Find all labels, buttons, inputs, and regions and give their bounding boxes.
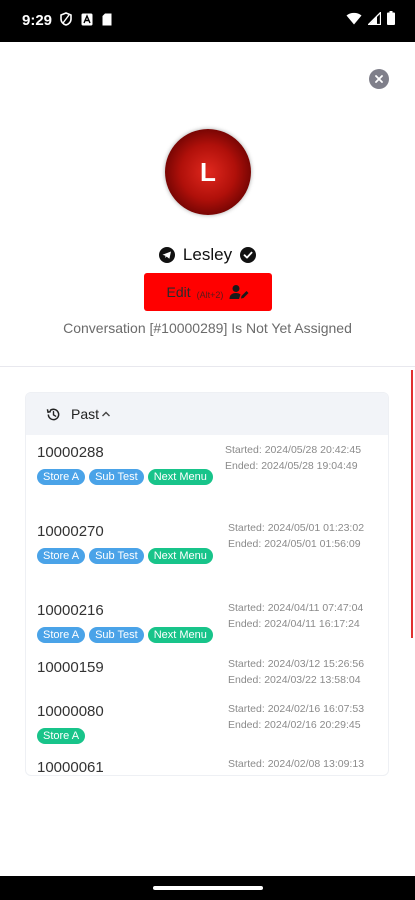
conversation-tags: Store A Sub Test Next Menu [37,548,222,564]
avatar-initial: L [200,156,216,187]
status-right-icons [346,11,395,25]
tag-store-a: Store A [37,469,86,485]
conversation-row[interactable]: 10000288 Started: 2024/05/28 20:42:45 En… [26,435,388,514]
conversation-id: 10000270 [37,523,104,540]
navigation-bar [0,876,415,900]
contact-name: Lesley [182,245,233,264]
started-time: Started: 2024/05/28 20:42:45 [225,444,362,456]
verified-check-icon [240,247,257,263]
conversation-row[interactable]: 10000216 Started: 2024/04/11 07:47:04 En… [26,593,388,649]
ended-time: Ended: 2024/03/22 13:58:04 [228,674,361,686]
status-time: 9:29 [22,12,53,29]
conversation-tags: Store A [37,728,237,744]
contact-name-row: Lesley [0,245,415,265]
started-time: Started: 2024/03/12 15:26:56 [228,658,365,670]
tag-next-menu: Next Menu [147,548,213,564]
started-time: Started: 2024/02/16 16:07:53 [228,703,365,715]
cellular-signal-icon [368,11,381,25]
tag-store-a: Store A [37,548,86,564]
tag-sub-test: Sub Test [89,548,144,564]
started-time: Started: 2024/05/01 01:23:02 [228,522,365,534]
conversation-times: Started: 2024/02/16 16:07:53 Ended: 2024… [228,701,388,733]
conversation-row[interactable]: 10000080 Started: 2024/02/16 16:07:53 En… [26,694,388,750]
tag-store-a: Store A [37,728,86,744]
conversation-times: Started: 2024/05/28 20:42:45 Ended: 2024… [225,442,385,474]
conversation-assignment-status: Conversation [#10000289] Is Not Yet Assi… [63,320,352,336]
conversation-id: 10000159 [37,659,104,676]
scroll-indicator[interactable] [411,370,413,638]
conversation-id: 10000080 [37,703,104,720]
tag-store-a: Store A [37,627,86,643]
conversation-tags: Store A Sub Test Next Menu [37,627,237,643]
past-panel-header[interactable]: Past [26,393,388,435]
history-icon [46,408,60,420]
conversation-times: Started: 2024/03/12 15:26:56 Ended: 2024… [228,656,388,688]
shield-icon [60,12,72,26]
started-time: Started: 2024/02/08 13:09:13 [228,758,365,770]
status-left-icons [60,12,112,26]
conversation-times: Started: 2024/05/01 01:23:02 Ended: 2024… [228,520,388,552]
conversation-row[interactable]: 10000270 Started: 2024/05/01 01:23:02 En… [26,514,388,593]
tag-sub-test: Sub Test [89,627,144,643]
bottom-blank-area [0,776,415,876]
past-panel-title: Past [71,406,100,422]
status-bar: 9:29 [0,0,415,42]
tag-next-menu: Next Menu [147,627,213,643]
chevron-up-icon [102,411,111,417]
tag-next-menu: Next Menu [147,469,213,485]
close-button[interactable] [369,69,389,89]
close-icon [375,75,383,83]
started-time: Started: 2024/04/11 07:47:04 [228,602,364,614]
conversation-tags: Store A Sub Test Next Menu [37,469,222,485]
conversation-id: 10000288 [37,444,104,461]
ended-time: Ended: 2024/05/01 01:56:09 [228,538,361,550]
edit-shortcut-hint: (Alt+2) [196,290,224,300]
ended-time: Ended: 2024/05/28 19:04:49 [225,460,358,472]
ended-time: Ended: 2024/04/11 16:17:24 [228,618,360,630]
edit-button[interactable]: Edit (Alt+2) [144,273,272,311]
user-edit-icon [229,285,249,299]
edit-button-label: Edit [166,284,191,300]
tag-sub-test: Sub Test [89,469,144,485]
home-gesture-handle[interactable] [153,886,263,890]
contact-avatar: L [165,129,251,215]
telegram-icon [158,247,175,263]
conversation-row[interactable]: 10000159 Started: 2024/03/12 15:26:56 En… [26,649,388,694]
conversation-id: 10000216 [37,602,104,619]
conversation-row[interactable]: 10000061 Started: 2024/02/08 13:09:13 [26,750,388,776]
conversation-id: 10000061 [37,759,104,776]
conversation-times: Started: 2024/02/08 13:09:13 [228,756,388,772]
conversation-times: Started: 2024/04/11 07:47:04 Ended: 2024… [228,600,388,632]
sim-card-icon [102,13,112,25]
font-icon [81,13,93,25]
battery-icon [387,11,395,25]
wifi-icon [346,12,362,24]
ended-time: Ended: 2024/02/16 20:29:45 [228,719,361,731]
past-conversations-panel: Past 10000288 Started: 2024/05/28 20:42:… [25,392,389,776]
